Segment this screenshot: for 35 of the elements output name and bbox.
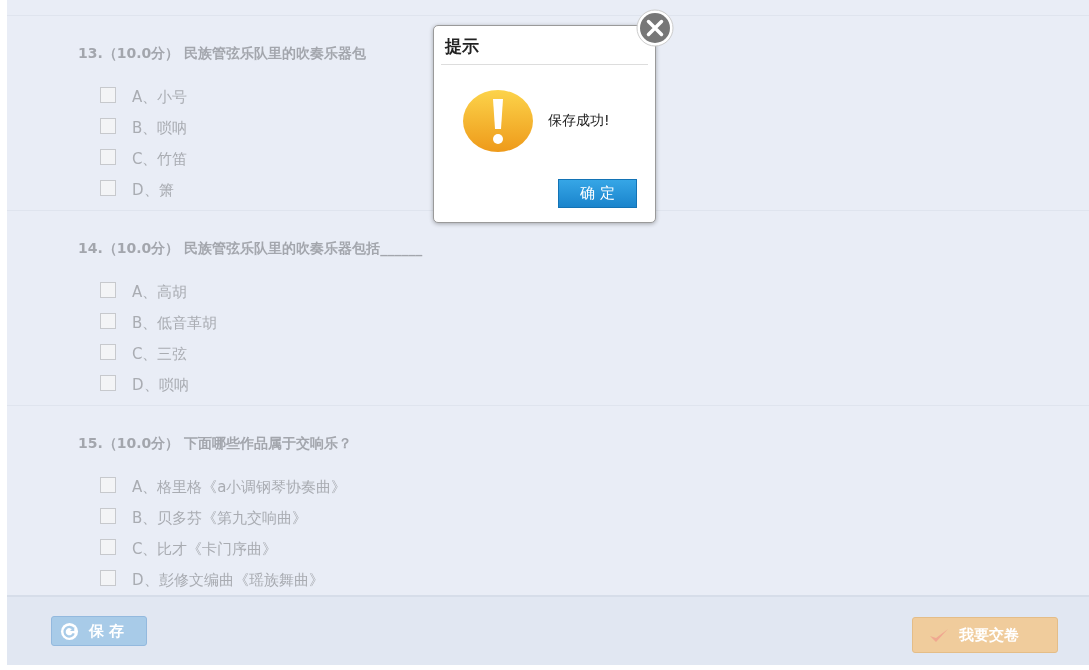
question-title: 15.（10.0分） 下面哪些作品属于交响乐？ (78, 434, 353, 453)
checkbox[interactable] (100, 538, 116, 555)
refresh-icon (60, 621, 79, 641)
checkbox[interactable] (100, 374, 116, 391)
option-label: A、小号 (132, 88, 188, 107)
option-label: B、低音革胡 (132, 314, 218, 333)
option-label: C、三弦 (132, 345, 188, 364)
option-label: A、高胡 (132, 283, 188, 302)
question-title: 13.（10.0分） 民族管弦乐队里的吹奏乐器包 (78, 44, 367, 63)
checkbox[interactable] (100, 569, 116, 586)
warning-icon (462, 89, 534, 153)
ok-button[interactable]: 确 定 (558, 179, 637, 208)
option-label: D、箫 (132, 181, 174, 200)
close-icon[interactable] (636, 9, 674, 47)
option-label: D、唢呐 (132, 376, 189, 395)
checkbox[interactable] (100, 343, 116, 360)
checkbox[interactable] (100, 281, 116, 298)
checkbox[interactable] (100, 86, 116, 103)
option-label: B、唢呐 (132, 119, 188, 138)
checkbox[interactable] (100, 507, 116, 524)
option-label: B、贝多芬《第九交响曲》 (132, 509, 308, 528)
checkbox[interactable] (100, 312, 116, 329)
checkbox[interactable] (100, 179, 116, 196)
submit-button[interactable]: 我要交卷 (912, 617, 1058, 653)
save-button[interactable]: 保 存 (51, 616, 147, 646)
option-label: D、彭修文编曲《瑶族舞曲》 (132, 571, 324, 590)
option-label: C、竹笛 (132, 150, 188, 169)
checkmark-icon (929, 627, 949, 643)
dialog-message: 保存成功! (548, 112, 610, 130)
checkbox[interactable] (100, 148, 116, 165)
checkbox[interactable] (100, 476, 116, 493)
question-title: 14.（10.0分） 民族管弦乐队里的吹奏乐器包括______ (78, 239, 423, 258)
option-label: C、比才《卡门序曲》 (132, 540, 278, 559)
checkbox[interactable] (100, 117, 116, 134)
option-label: A、格里格《a小调钢琴协奏曲》 (132, 478, 347, 497)
